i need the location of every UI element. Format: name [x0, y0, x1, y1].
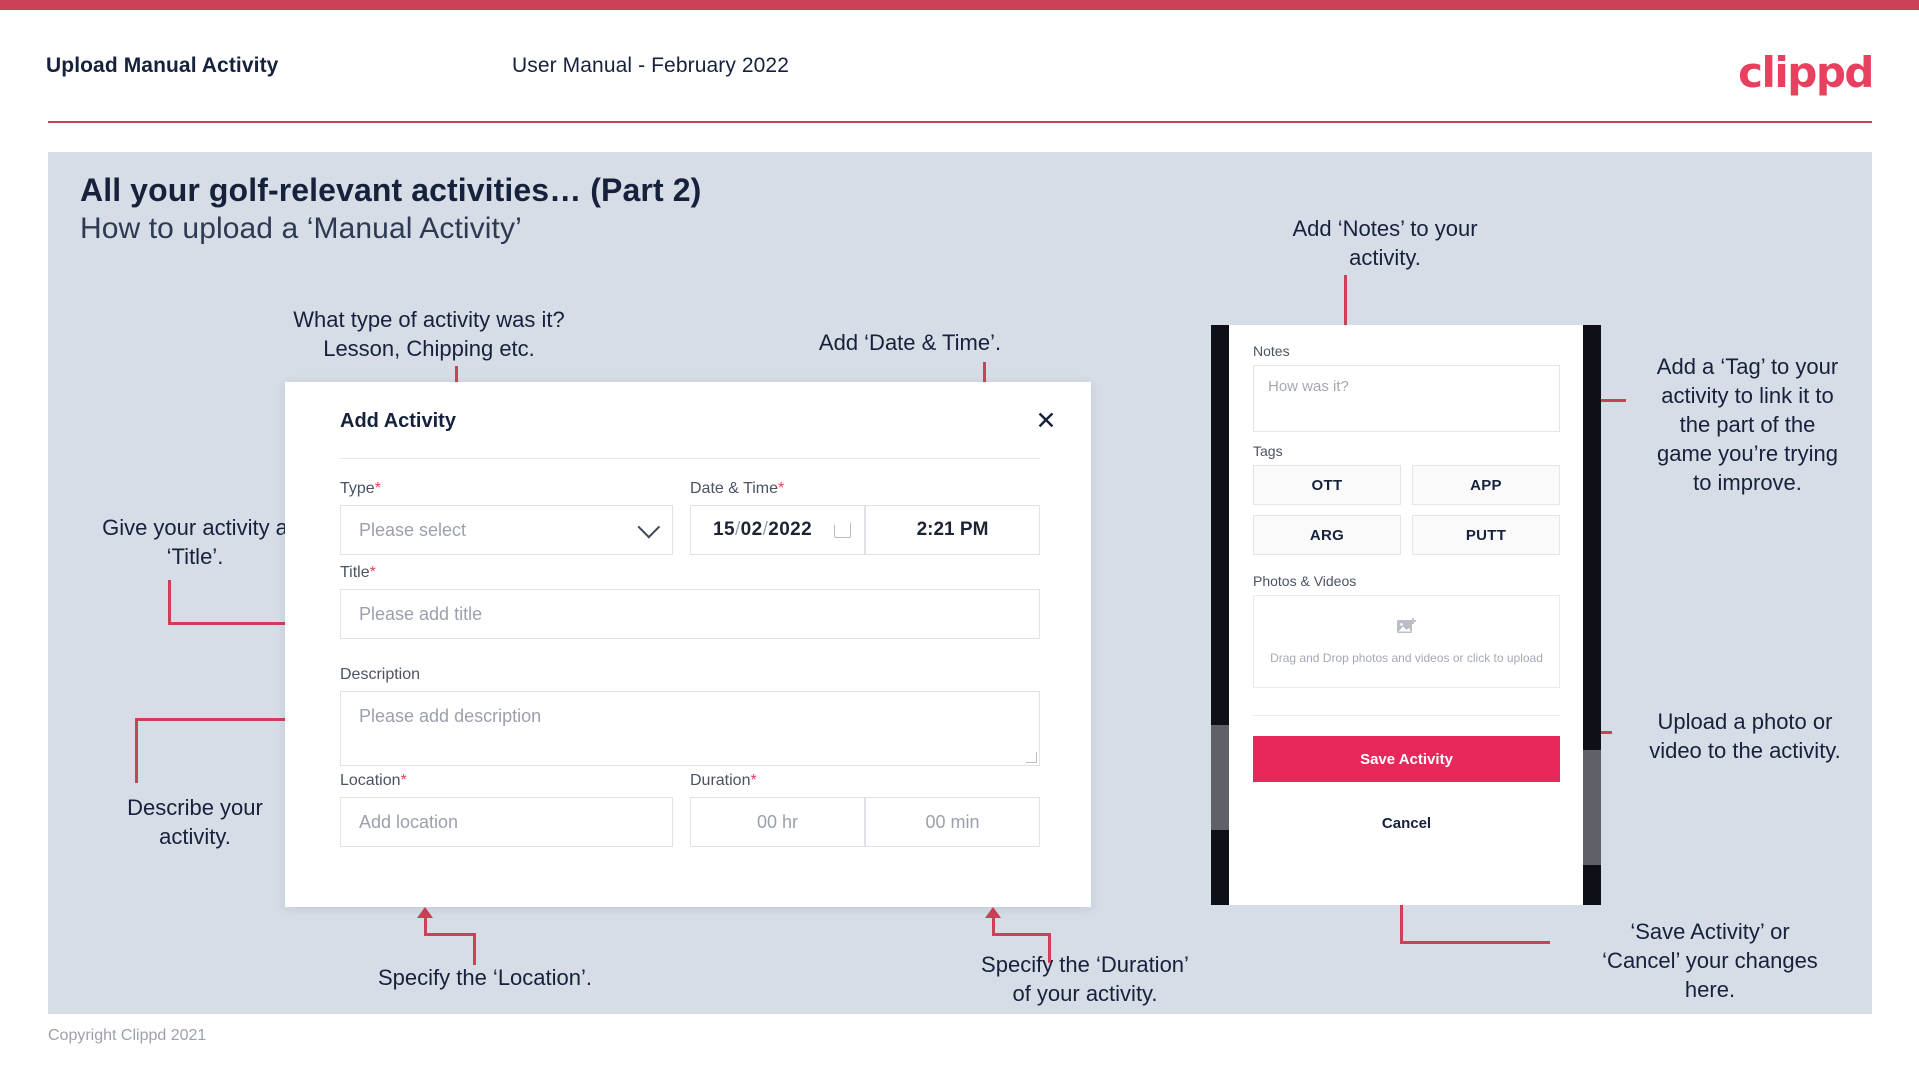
dialog-title: Add Activity [340, 410, 456, 432]
notes-label: Notes [1253, 343, 1290, 359]
annotation-notes: Add ‘Notes’ to your activity. [1292, 216, 1478, 270]
notes-textarea[interactable]: How was it? [1253, 365, 1560, 432]
title-required-mark: * [369, 564, 376, 581]
phone-bezel-right [1583, 325, 1601, 905]
phone-divider [1253, 715, 1560, 716]
add-image-icon [1396, 617, 1418, 642]
description-label-text: Description [340, 666, 421, 683]
time-value: 2:21 PM [916, 519, 989, 540]
description-textarea[interactable]: Please add description [340, 691, 1040, 766]
connector-desc-v [135, 718, 138, 783]
resize-handle-icon[interactable] [1026, 752, 1037, 763]
duration-hours-input[interactable]: 00 hr [690, 797, 865, 847]
phone-button-left [1211, 725, 1229, 830]
type-label: Type* [340, 480, 381, 498]
slide-subtitle: How to upload a ‘Manual Activity’ [80, 212, 522, 245]
calendar-icon[interactable] [833, 521, 851, 538]
date-time-required-mark: * [778, 480, 785, 497]
connector-location-v1 [424, 917, 427, 935]
notes-placeholder: How was it? [1268, 378, 1349, 395]
date-value: 15/02/2022 [713, 519, 813, 540]
description-placeholder: Please add description [359, 706, 542, 726]
footer-copyright: Copyright Clippd 2021 [48, 1027, 207, 1044]
title-label-text: Title [340, 564, 370, 581]
annotation-upload: Upload a photo or video to the activity. [1649, 709, 1841, 763]
location-label: Location* [340, 772, 407, 790]
title-label: Title* [340, 564, 376, 582]
connector-duration-v1 [992, 917, 995, 935]
dialog-header-divider [340, 458, 1040, 459]
connector-duration-v2 [1048, 933, 1051, 963]
phone-mockup: Notes How was it? Tags OTT APP ARG PUTT … [1211, 325, 1601, 905]
annotation-date-time: Add ‘Date & Time’. [818, 330, 1002, 355]
phone-screen: Notes How was it? Tags OTT APP ARG PUTT … [1229, 325, 1583, 905]
tag-button-arg[interactable]: ARG [1253, 515, 1401, 555]
duration-label: Duration* [690, 772, 757, 790]
annotation-type: What type of activity was it? Lesson, Ch… [293, 307, 565, 361]
location-placeholder: Add location [359, 811, 459, 832]
location-required-mark: * [400, 772, 407, 789]
manual-subtitle: User Manual - February 2022 [512, 54, 789, 77]
connector-title-h [168, 622, 288, 625]
type-required-mark: * [374, 480, 381, 497]
date-time-label-text: Date & Time [690, 480, 779, 497]
phone-bezel-left [1211, 325, 1229, 905]
title-placeholder: Please add title [359, 603, 483, 624]
slide-title: All your golf-relevant activities… (Part… [80, 172, 702, 208]
duration-minutes-input[interactable]: 00 min [865, 797, 1040, 847]
duration-hours-placeholder: 00 hr [756, 811, 799, 832]
connector-title-v [168, 580, 171, 625]
type-placeholder: Please select [359, 519, 467, 540]
add-activity-dialog: Add Activity ✕ Type* Please select Date … [285, 382, 1091, 907]
description-label: Description [340, 666, 420, 684]
annotation-tags: Add a ‘Tag’ to your activity to link it … [1656, 354, 1839, 495]
connector-desc-h [135, 718, 290, 721]
chevron-down-icon [637, 515, 661, 539]
save-activity-button[interactable]: Save Activity [1253, 736, 1560, 782]
photos-label: Photos & Videos [1253, 573, 1357, 589]
arrowhead-duration [985, 907, 1001, 918]
phone-button-right [1583, 750, 1601, 865]
arrowhead-location [417, 907, 433, 918]
tag-button-ott[interactable]: OTT [1253, 465, 1401, 505]
date-input[interactable]: 15/02/2022 [690, 505, 865, 555]
annotation-duration: Specify the ‘Duration’ of your activity. [981, 952, 1189, 1006]
close-icon[interactable]: ✕ [1029, 404, 1063, 438]
duration-minutes-placeholder: 00 min [925, 811, 980, 832]
connector-save-h [1400, 941, 1550, 944]
duration-label-text: Duration [690, 772, 751, 789]
connector-location-v2 [473, 933, 476, 965]
duration-required-mark: * [750, 772, 757, 789]
top-accent-bar [0, 0, 1919, 10]
title-input[interactable]: Please add title [340, 589, 1040, 639]
location-input[interactable]: Add location [340, 797, 673, 847]
annotation-location: Specify the ‘Location’. [377, 965, 593, 990]
cancel-button[interactable]: Cancel [1253, 815, 1560, 832]
tag-button-app[interactable]: APP [1412, 465, 1560, 505]
page-title: Upload Manual Activity [46, 54, 279, 77]
tags-label: Tags [1253, 443, 1283, 459]
date-time-label: Date & Time* [690, 480, 784, 498]
clippd-logo: clippd [1738, 48, 1874, 97]
dropzone-text: Drag and Drop photos and videos or click… [1270, 650, 1543, 665]
page-header: Upload Manual Activity User Manual - Feb… [0, 10, 1919, 122]
photo-dropzone[interactable]: Drag and Drop photos and videos or click… [1253, 595, 1560, 688]
annotation-save-cancel: ‘Save Activity’ or ‘Cancel’ your changes… [1602, 919, 1818, 1002]
tag-button-putt[interactable]: PUTT [1412, 515, 1560, 555]
time-input[interactable]: 2:21 PM [865, 505, 1040, 555]
header-divider [48, 121, 1872, 123]
connector-duration-h [992, 933, 1050, 936]
type-label-text: Type [340, 480, 375, 497]
type-select[interactable]: Please select [340, 505, 673, 555]
connector-location-h [424, 933, 475, 936]
location-label-text: Location [340, 772, 401, 789]
